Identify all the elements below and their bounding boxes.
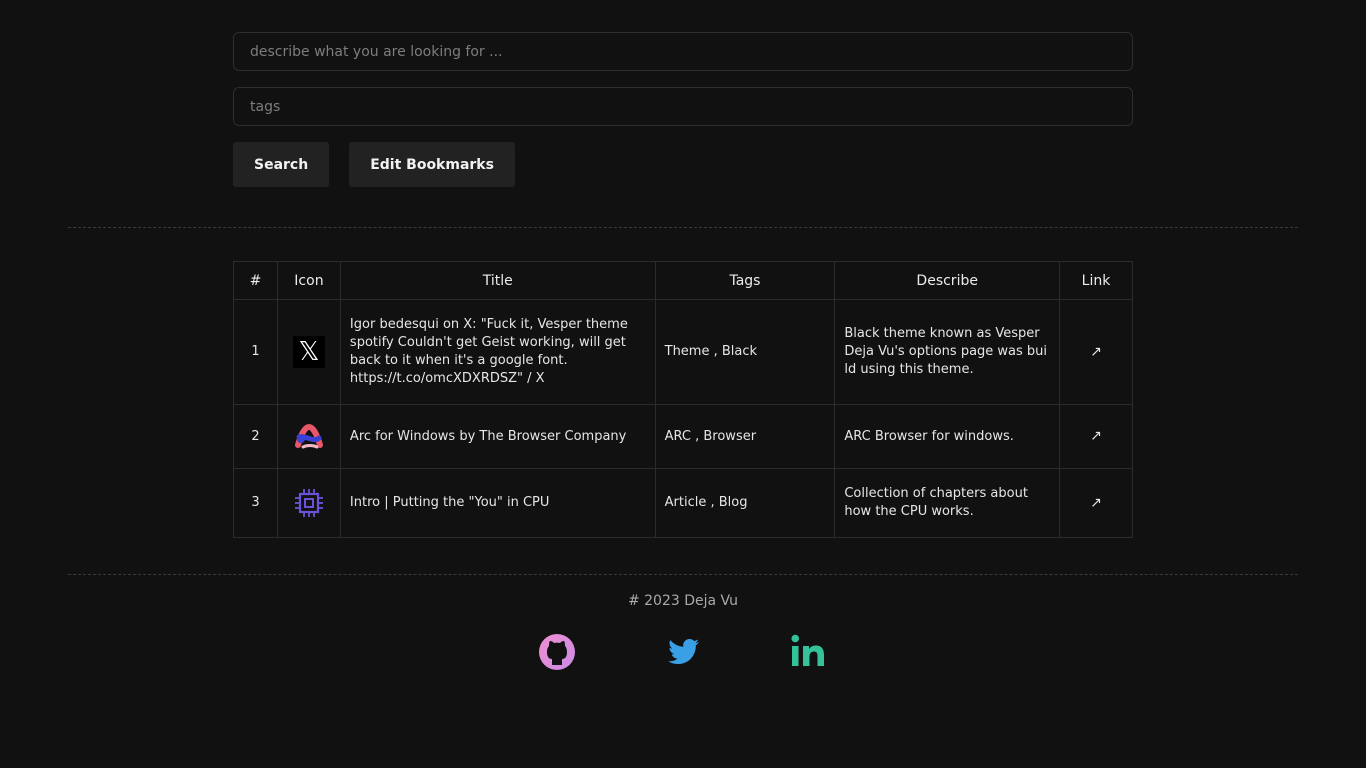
row-icon-cell: 𝕏 [276,299,341,405]
table-row: 1 𝕏 Igor bedesqui on X: "Fuck it, Vesper… [233,299,1133,405]
options-page: Search Edit Bookmarks # Icon Title Tags … [0,0,1366,768]
row-number: 3 [233,468,278,538]
table-header-row: # Icon Title Tags Describe Link [233,261,1133,300]
row-link-cell: ↗ [1059,404,1133,469]
row-title: Intro | Putting the "You" in CPU [339,468,656,538]
row-tags: Article , Blog [654,468,836,538]
header-title: Title [339,261,656,300]
tags-input[interactable] [233,87,1133,126]
row-tags: ARC , Browser [654,404,836,469]
divider-top [68,227,1298,228]
search-button[interactable]: Search [233,142,330,187]
twitter-icon[interactable] [663,632,703,672]
row-icon-cell [276,404,341,469]
table-row: 2 Arc for Windows by The Browser Company… [233,404,1133,469]
table-row: 3 Intro | Putting the "You" in CPU Artic… [233,468,1133,538]
cpu-chip-icon [294,489,323,517]
row-title: Igor bedesqui on X: "Fuck it, Vesper the… [339,299,656,405]
row-number: 2 [233,404,278,469]
row-describe: Black theme known as Vesper Deja Vu's op… [834,299,1061,405]
x-logo-icon: 𝕏 [292,336,325,368]
arc-browser-icon [294,423,323,448]
button-row: Search Edit Bookmarks [233,142,1133,187]
row-describe: Collection of chapters about how the CPU… [834,468,1061,538]
search-panel: Search Edit Bookmarks [233,32,1133,187]
divider-bottom [68,574,1298,575]
open-link-arrow-icon[interactable]: ↗ [1090,495,1102,511]
header-icon: Icon [276,261,341,300]
header-tags: Tags [654,261,836,300]
github-icon[interactable] [537,632,577,672]
footer-copyright: # 2023 Deja Vu [627,593,739,609]
edit-bookmarks-button[interactable]: Edit Bookmarks [349,142,515,187]
row-link-cell: ↗ [1059,299,1133,405]
header-link: Link [1059,261,1133,300]
row-describe: ARC Browser for windows. [834,404,1061,469]
row-tags: Theme , Black [654,299,836,405]
header-number: # [233,261,278,300]
row-title: Arc for Windows by The Browser Company [339,404,656,469]
describe-input[interactable] [233,32,1133,71]
row-icon-cell [276,468,341,538]
open-link-arrow-icon[interactable]: ↗ [1090,344,1102,360]
row-number: 1 [233,299,278,405]
linkedin-icon[interactable] [789,632,829,672]
row-link-cell: ↗ [1059,468,1133,538]
bookmarks-table: # Icon Title Tags Describe Link 1 𝕏 Igor… [233,261,1133,538]
header-describe: Describe [834,261,1061,300]
open-link-arrow-icon[interactable]: ↗ [1090,428,1102,444]
